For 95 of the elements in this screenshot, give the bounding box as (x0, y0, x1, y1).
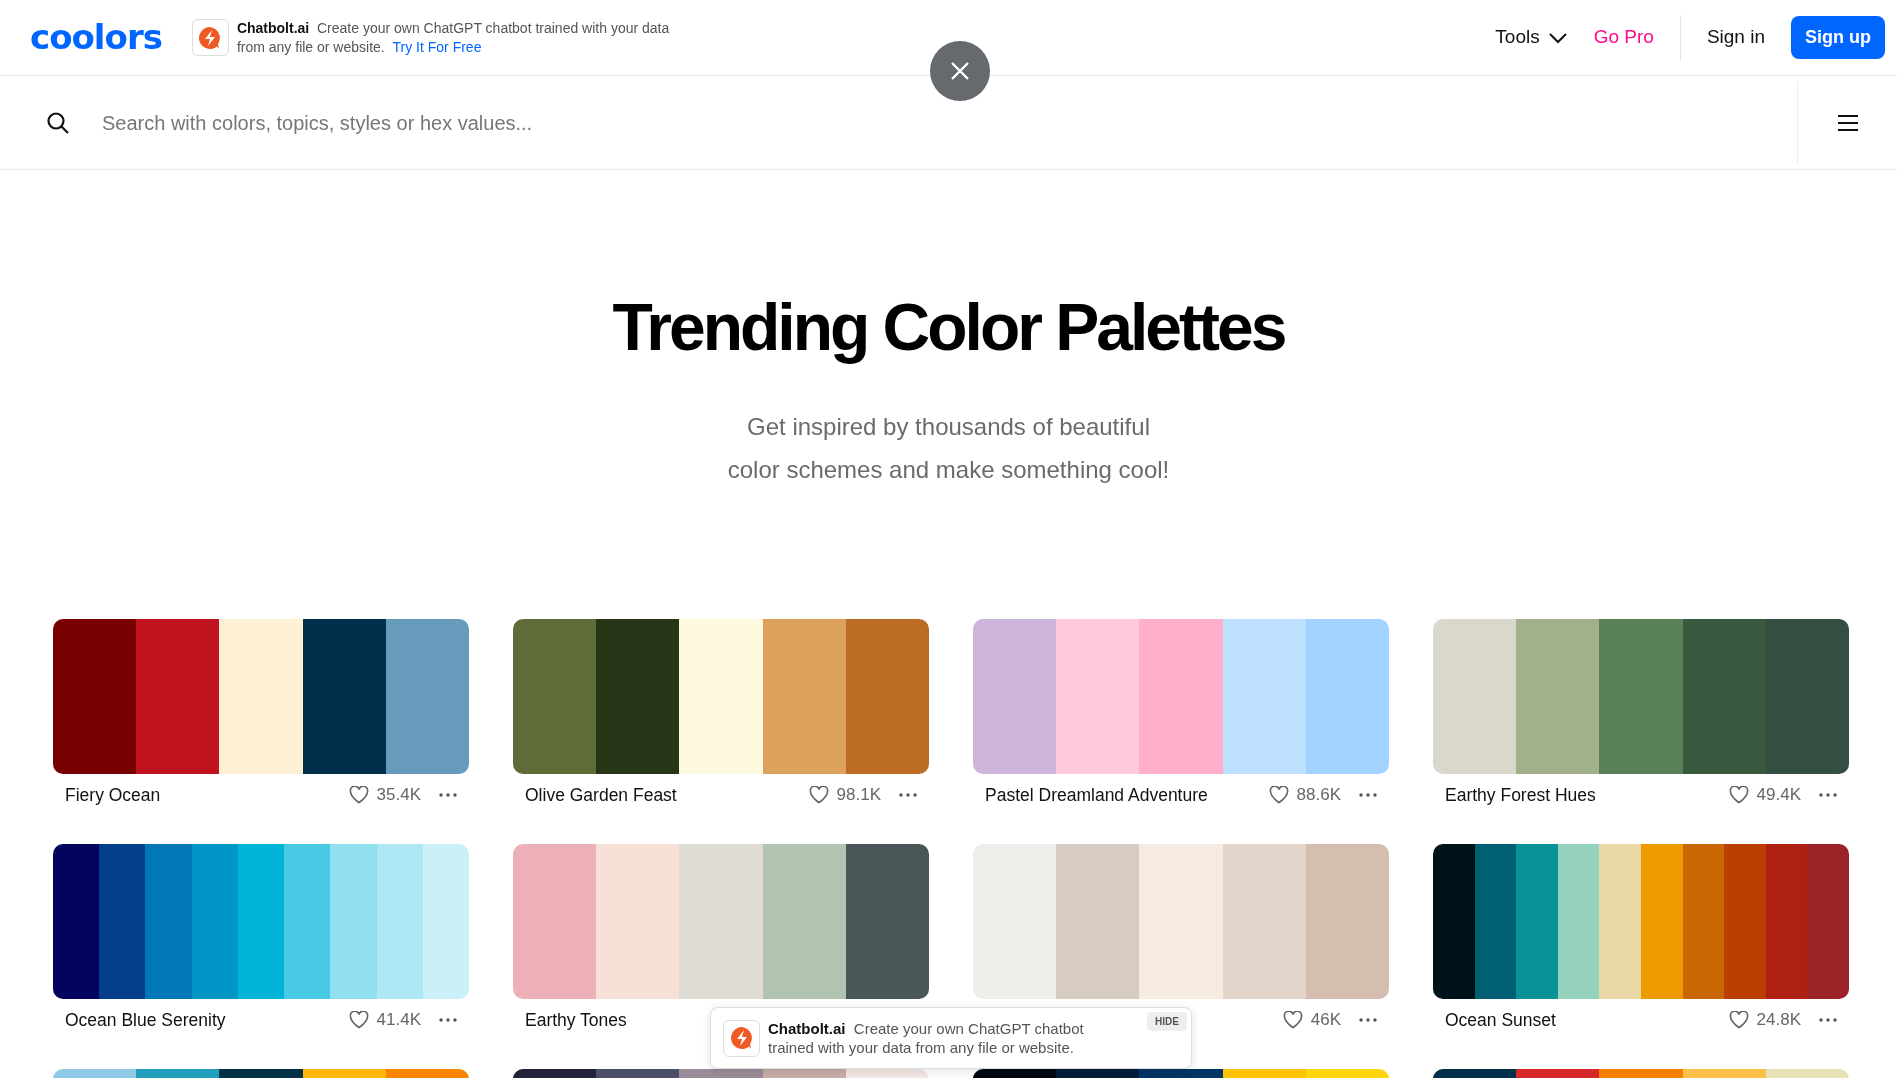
heart-icon[interactable] (1268, 785, 1289, 804)
like-count: 41.4K (376, 1008, 421, 1031)
chevron-down-icon (1547, 31, 1568, 44)
color-swatch[interactable] (1139, 844, 1223, 1000)
color-swatch[interactable] (513, 619, 597, 775)
color-swatch[interactable] (1640, 844, 1683, 1000)
color-swatch[interactable] (1599, 844, 1641, 1000)
color-swatch[interactable] (53, 619, 137, 775)
more-icon[interactable] (1359, 1017, 1377, 1022)
like-count: 24.8K (1756, 1008, 1801, 1031)
color-swatch[interactable] (145, 844, 192, 1000)
palette-name[interactable]: Ocean Blue Serenity (65, 1006, 226, 1033)
heart-icon[interactable] (348, 1010, 369, 1029)
heart-icon[interactable] (1282, 1010, 1303, 1029)
color-swatch[interactable] (136, 619, 220, 775)
color-swatch[interactable] (1682, 844, 1725, 1000)
go-pro-link[interactable]: Go Pro (1593, 23, 1654, 52)
color-swatch[interactable] (1807, 844, 1849, 1000)
color-swatch[interactable] (191, 844, 238, 1000)
palette-name[interactable]: Pastel Dreamland Adventure (985, 781, 1208, 808)
ad-text: Chatbolt.ai Create your own ChatGPT chatbot trained with your data from any file or website. Try It For Free (236, 18, 671, 57)
palette-name[interactable]: Olive Garden Feast (525, 781, 677, 808)
color-swatch[interactable] (1682, 619, 1766, 775)
heart-icon[interactable] (348, 785, 369, 804)
color-swatch[interactable] (1222, 619, 1306, 775)
close-icon (950, 61, 970, 81)
heart-icon[interactable] (1728, 785, 1749, 804)
color-swatch[interactable] (330, 844, 377, 1000)
more-icon[interactable] (1359, 792, 1377, 797)
color-swatch[interactable] (53, 844, 100, 1000)
color-swatch[interactable] (1305, 844, 1389, 1000)
color-swatch[interactable] (1765, 619, 1849, 775)
color-swatch[interactable] (973, 619, 1057, 775)
color-swatch[interactable] (1765, 844, 1808, 1000)
heart-icon[interactable] (808, 785, 829, 804)
like-count: 49.4K (1756, 783, 1801, 806)
heart-icon[interactable] (1728, 1010, 1749, 1029)
color-swatch[interactable] (302, 619, 386, 775)
color-swatch[interactable] (596, 619, 680, 775)
color-swatch[interactable] (679, 844, 763, 1000)
more-icon[interactable] (439, 792, 457, 797)
color-swatch[interactable] (1599, 619, 1683, 775)
color-swatch[interactable] (237, 844, 285, 1000)
palette-name[interactable]: Earthy Forest Hues (1445, 781, 1596, 808)
like-count: 35.4K (376, 783, 421, 806)
search-icon (46, 110, 70, 135)
color-swatch[interactable] (1724, 844, 1766, 1000)
menu-icon[interactable] (1836, 113, 1859, 132)
color-swatch[interactable] (376, 844, 423, 1000)
color-swatch[interactable] (1139, 619, 1223, 775)
subtitle-line: color schemes and make something cool! (727, 455, 1170, 486)
ad-link[interactable]: Try It For Free (392, 38, 482, 55)
color-swatch[interactable] (1516, 844, 1558, 1000)
color-swatch[interactable] (845, 619, 929, 775)
color-swatch[interactable] (1474, 844, 1517, 1000)
sign-up-button[interactable]: Sign up (1791, 16, 1885, 59)
more-icon[interactable] (439, 1017, 457, 1022)
like-count: 46K (1310, 1008, 1341, 1031)
color-swatch[interactable] (1222, 844, 1306, 1000)
tools-menu[interactable]: Tools (1495, 23, 1568, 52)
page-title: Trending Color Palettes (611, 289, 1286, 366)
more-icon[interactable] (1819, 792, 1837, 797)
color-swatch[interactable] (596, 844, 680, 1000)
color-swatch[interactable] (679, 619, 763, 775)
color-swatch[interactable] (284, 844, 331, 1000)
color-swatch[interactable] (1433, 619, 1517, 775)
palette-name[interactable]: Ocean Sunset (1445, 1006, 1556, 1033)
color-swatch[interactable] (1056, 619, 1140, 775)
color-swatch[interactable] (1305, 619, 1389, 775)
color-swatch[interactable] (219, 619, 303, 775)
ad-text: Chatbolt.ai Create your own ChatGPT chatbot trained with your data from any file or website. (768, 1019, 1085, 1057)
sign-in-link[interactable]: Sign in (1706, 23, 1765, 52)
like-count: 88.6K (1296, 783, 1341, 806)
close-button[interactable] (930, 41, 990, 101)
color-swatch[interactable] (513, 844, 597, 1000)
more-icon[interactable] (899, 792, 917, 797)
color-swatch[interactable] (1516, 619, 1600, 775)
color-swatch[interactable] (1433, 844, 1475, 1000)
color-swatch[interactable] (762, 844, 846, 1000)
like-count: 98.1K (836, 783, 881, 806)
more-icon[interactable] (1819, 1017, 1837, 1022)
color-swatch[interactable] (422, 844, 469, 1000)
hide-button[interactable]: HIDE (1147, 1012, 1187, 1031)
palette-name[interactable]: Earthy Tones (525, 1006, 627, 1033)
palette-name[interactable]: Fiery Ocean (65, 781, 161, 808)
color-swatch[interactable] (762, 619, 846, 775)
logo[interactable]: coolors (30, 12, 162, 63)
color-swatch[interactable] (99, 844, 146, 1000)
lightning-logo-icon (728, 1025, 755, 1051)
color-swatch[interactable] (845, 844, 929, 1000)
color-swatch[interactable] (1557, 844, 1600, 1000)
subtitle-line: Get inspired by thousands of beautiful (747, 412, 1150, 443)
color-swatch[interactable] (1056, 844, 1140, 1000)
color-swatch[interactable] (385, 619, 469, 775)
color-swatch[interactable] (973, 844, 1057, 1000)
